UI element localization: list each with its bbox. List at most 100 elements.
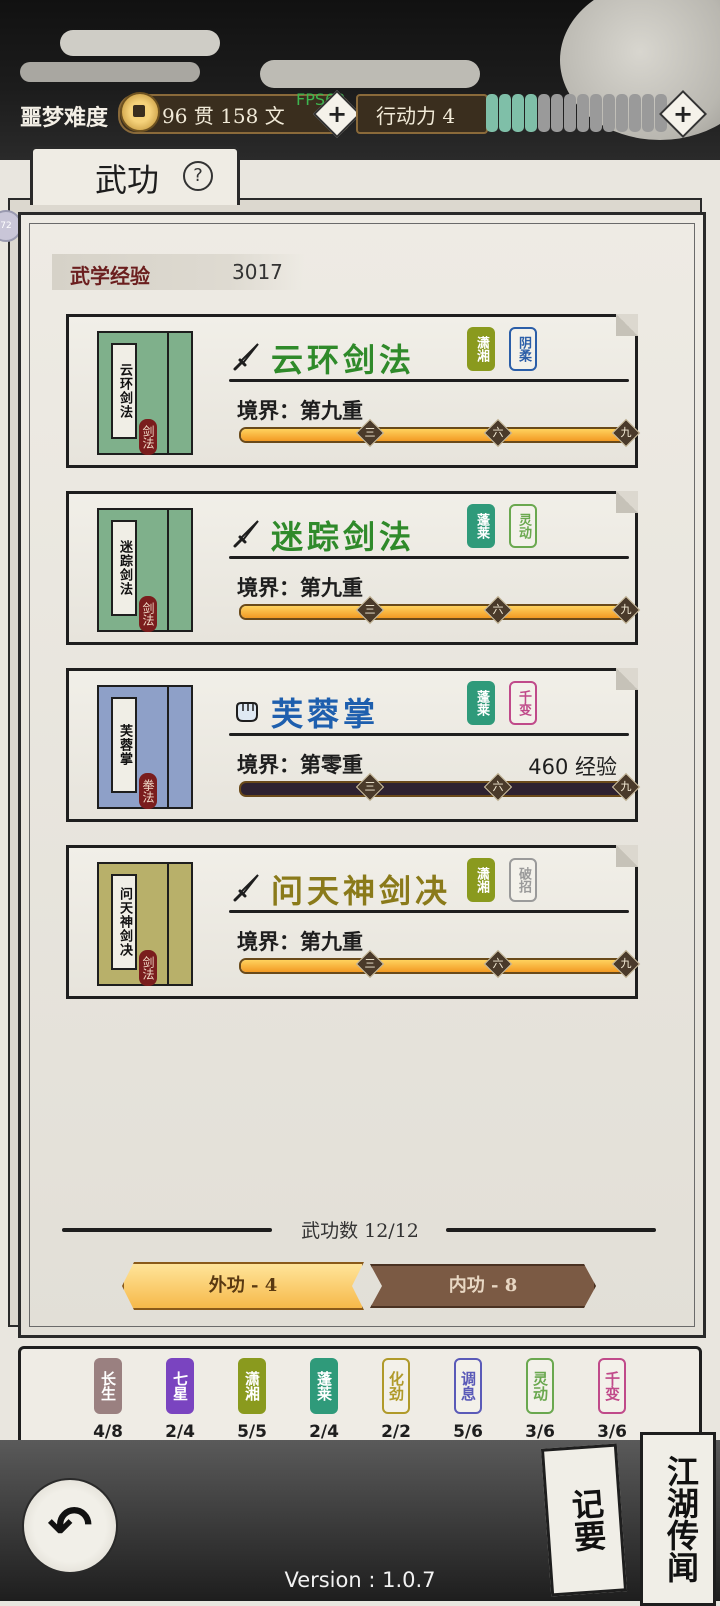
energy-segment — [629, 94, 641, 132]
skill-name: 芙蓉掌 — [271, 695, 380, 733]
school-item[interactable]: 长生 4/8 — [84, 1358, 132, 1459]
energy-segment — [551, 94, 563, 132]
plus-icon: + — [326, 100, 348, 128]
school-tag: 千变 — [598, 1358, 626, 1414]
cloud — [20, 62, 200, 82]
school-count: 2/4 — [165, 1422, 195, 1442]
realm-marker-label: 三 — [364, 426, 376, 439]
school-item[interactable]: 灵动 3/6 — [516, 1358, 564, 1478]
realm-marker-label: 三 — [364, 780, 376, 793]
book-stamp: 拳法 — [139, 773, 157, 809]
plus-icon: + — [672, 100, 694, 128]
version-text: Version : 1.0.7 — [284, 1568, 436, 1592]
school-tag: 灵动 — [526, 1358, 554, 1414]
book-title: 云环剑法 — [111, 343, 137, 439]
fist-icon — [231, 695, 263, 727]
experience-value: 3017 — [232, 260, 283, 284]
book-spine — [167, 510, 191, 630]
card-divider — [229, 556, 629, 559]
skill-card[interactable]: 芙蓉掌 拳法 芙蓉掌 蓬莱 千变 境界：第零重 460 经验三六九 — [66, 668, 641, 822]
school-item[interactable]: 蓬莱 2/4 — [300, 1358, 348, 1459]
energy-segment — [590, 94, 602, 132]
cloud — [260, 60, 480, 88]
skill-realm: 境界：第零重 — [237, 752, 363, 777]
manual-book-icon: 芙蓉掌 拳法 — [97, 685, 193, 809]
back-arrow-icon: ↶ — [47, 1494, 93, 1557]
skill-name: 问天神剑决 — [271, 872, 452, 910]
progress-fill — [241, 960, 631, 972]
book-stamp: 剑法 — [139, 419, 157, 455]
school-tag: 七星 — [166, 1358, 194, 1414]
tab-martial-arts[interactable]: 武功 ? — [30, 146, 240, 205]
action-points-label: 行动力 4 — [376, 104, 456, 128]
school-count: 4/8 — [93, 1422, 123, 1442]
skill-realm: 境界：第九重 — [237, 575, 363, 600]
school-count: 5/6 — [453, 1422, 483, 1442]
help-icon[interactable]: ? — [183, 161, 213, 191]
card-divider — [229, 733, 629, 736]
realm-marker-label: 六 — [492, 957, 504, 970]
realm-marker-label: 三 — [364, 603, 376, 616]
realm-marker-label: 六 — [492, 780, 504, 793]
school-item[interactable]: 七星 2/4 — [156, 1358, 204, 1459]
realm-marker-label: 九 — [620, 426, 632, 439]
realm-marker-label: 九 — [620, 780, 632, 793]
sword-icon — [231, 341, 263, 373]
realm-marker-label: 三 — [364, 957, 376, 970]
school-count: 3/6 — [525, 1422, 555, 1442]
school-tag: 蓬莱 — [310, 1358, 338, 1414]
skill-card[interactable]: 云环剑法 剑法 云环剑法 潇湘 阴柔 境界：第九重三六九 — [66, 314, 641, 468]
skill-card[interactable]: 迷踪剑法 剑法 迷踪剑法 蓬莱 灵动 境界：第九重三六九 — [66, 491, 641, 645]
energy-segment — [577, 94, 589, 132]
energy-segment — [616, 94, 628, 132]
cloud — [60, 30, 220, 56]
progress-fill — [241, 429, 631, 441]
sword-icon — [231, 518, 263, 550]
school-tag: 长生 — [94, 1358, 122, 1414]
school-item[interactable]: 潇湘 5/5 — [228, 1358, 276, 1459]
sword-icon — [231, 872, 263, 904]
realm-marker-label: 六 — [492, 426, 504, 439]
back-button[interactable]: ↶ — [22, 1478, 118, 1574]
school-tag: 蓬莱 — [467, 681, 495, 725]
book-spine — [167, 333, 191, 453]
school-count: 5/5 — [237, 1422, 267, 1442]
school-item[interactable]: 化劲 2/2 — [372, 1358, 420, 1459]
energy-segment — [538, 94, 550, 132]
money-text: 96 贯 158 文 — [162, 104, 285, 128]
school-tag: 化劲 — [382, 1358, 410, 1414]
skill-realm: 境界：第九重 — [237, 398, 363, 423]
school-count: 3/6 — [597, 1422, 627, 1442]
book-spine — [167, 687, 191, 807]
school-tag: 千变 — [509, 681, 537, 725]
tab-title: 武功 — [95, 161, 160, 199]
skill-exp-needed: 460 经验 — [528, 755, 617, 779]
school-tag: 调息 — [454, 1358, 482, 1414]
school-count: 2/2 — [381, 1422, 411, 1442]
manual-book-icon: 问天神剑决 剑法 — [97, 862, 193, 986]
school-tag: 蓬莱 — [467, 504, 495, 548]
energy-segment — [486, 94, 498, 132]
realm-marker-label: 九 — [620, 957, 632, 970]
manual-book-icon: 云环剑法 剑法 — [97, 331, 193, 455]
energy-segment — [564, 94, 576, 132]
school-tag: 阴柔 — [509, 327, 537, 371]
external-skills-button[interactable]: 外功 - 4 — [122, 1262, 364, 1310]
skill-count: 武功数 12/12 — [301, 1220, 419, 1242]
coin-icon — [120, 92, 160, 132]
manual-book-icon: 迷踪剑法 剑法 — [97, 508, 193, 632]
book-spine — [167, 864, 191, 984]
school-item[interactable]: 调息 5/6 — [444, 1358, 492, 1478]
school-item[interactable]: 千变 3/6 — [588, 1358, 636, 1478]
book-stamp: 剑法 — [139, 596, 157, 632]
realm-marker-label: 九 — [620, 603, 632, 616]
book-title: 芙蓉掌 — [111, 697, 137, 793]
skill-card[interactable]: 问天神剑决 剑法 问天神剑决 潇湘 破招 境界：第九重三六九 — [66, 845, 641, 999]
realm-progress-bar — [239, 781, 633, 797]
school-count: 2/4 — [309, 1422, 339, 1442]
realm-progress-bar — [239, 427, 633, 443]
energy-segment — [642, 94, 654, 132]
skill-name: 迷踪剑法 — [271, 518, 416, 556]
book-stamp: 剑法 — [139, 950, 157, 986]
internal-skills-button[interactable]: 内功 - 8 — [370, 1264, 596, 1308]
